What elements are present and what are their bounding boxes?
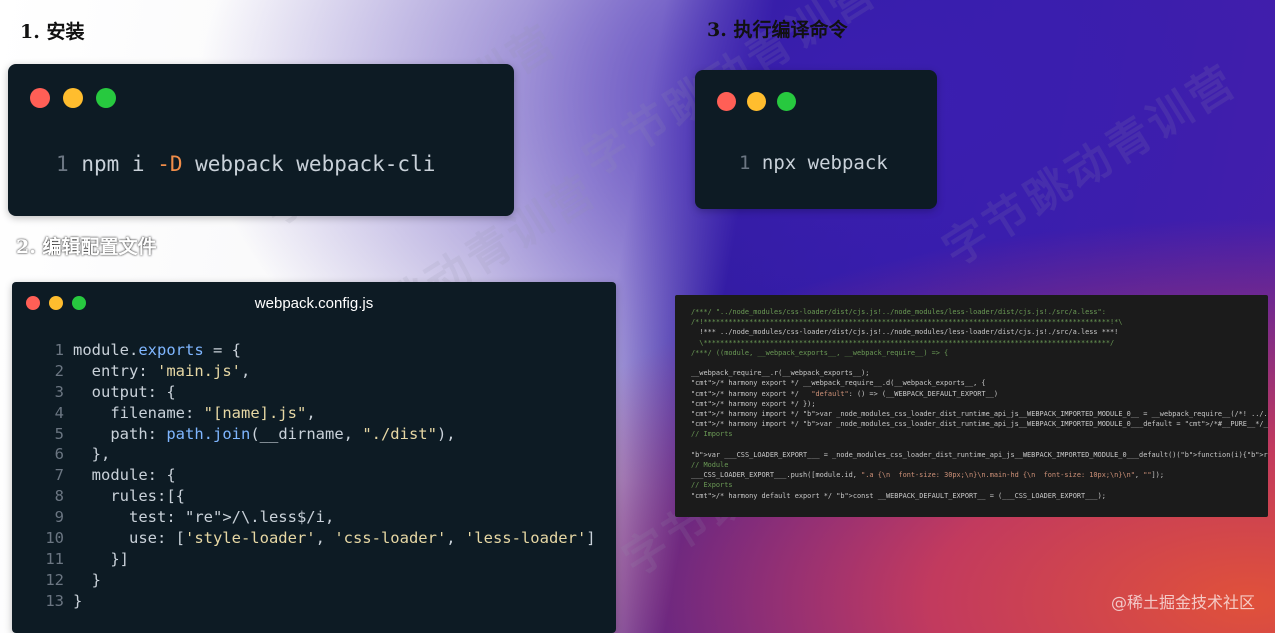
output-line: "cmt">/* harmony export */ }); (691, 399, 816, 408)
output-line: "cmt">/* harmony import */ "b">var _node… (691, 420, 1268, 429)
editor-filename: webpack.config.js (254, 295, 374, 312)
install-heading: 1. 安装 (20, 21, 85, 43)
close-dot-icon (717, 92, 736, 111)
output-line: "cmt">/* harmony default export */ "b">c… (691, 491, 1106, 500)
output-line: "cmt">/* harmony export */ __webpack_req… (691, 379, 986, 388)
code-line-number: 1 (54, 341, 64, 359)
edit-config-heading: 2. 编辑配置文件 (16, 236, 157, 258)
minimize-dot-icon (747, 92, 766, 111)
install-terminal: 1 npm i -D webpack webpack-cli (8, 64, 514, 216)
window-controls (30, 88, 116, 108)
code-line-number: 4 (54, 403, 64, 422)
minimize-dot-icon (63, 88, 83, 108)
credit-text: @稀土掘金技术社区 (1110, 593, 1255, 612)
code-line: 6 }, (44, 444, 596, 465)
code-line-number: 9 (54, 508, 64, 527)
code-line-text: path: path.join(__dirname, "./dist"), (73, 424, 456, 443)
watermark-text: 字节跳动青训营 (934, 55, 1247, 277)
build-output-panel: /***/ "../node_modules/css-loader/dist/c… (675, 295, 1268, 517)
code-line: 11 }] (44, 549, 596, 570)
code-line-text: module.exports = { (73, 341, 241, 359)
output-line: "cmt">/* harmony export */ "default": ()… (691, 389, 999, 398)
output-line: "b">var ___CSS_LOADER_EXPORT___ = _node_… (691, 450, 1268, 459)
maximize-dot-icon (96, 88, 116, 108)
command-flag: -D (157, 152, 183, 176)
code-line-number: 5 (54, 424, 64, 443)
install-command: 1 npm i -D webpack webpack-cli (56, 152, 435, 176)
output-line: /*!*************************************… (691, 318, 1123, 327)
code-line-number: 12 (45, 570, 64, 589)
output-line: \***************************************… (691, 338, 1115, 347)
output-line: // Module (691, 461, 729, 470)
code-line-number: 7 (54, 466, 64, 485)
code-line-text: } (73, 591, 83, 610)
code-line-text: } (73, 570, 101, 589)
code-line: 3 output: { (44, 382, 596, 403)
output-line: /***/ ((module, __webpack_exports__, __w… (691, 348, 949, 357)
code-line-number: 13 (45, 591, 64, 610)
output-line: "cmt">/* harmony import */ "b">var _node… (691, 410, 1268, 419)
code-line: 12 } (44, 570, 596, 591)
code-line-text: rules:[{ (73, 487, 185, 506)
output-line: ___CSS_LOADER_EXPORT___.push([module.id,… (691, 471, 1164, 480)
code-line-text: entry: 'main.js', (73, 361, 251, 380)
output-line: // Imports (691, 430, 733, 439)
code-line-text: }] (73, 549, 129, 568)
close-dot-icon (30, 88, 50, 108)
run-compile-heading: 3. 执行编译命令 (707, 19, 848, 41)
code-line: 7 module: { (44, 465, 596, 486)
output-line: // Exports (691, 481, 733, 490)
code-line: 2 entry: 'main.js', (44, 361, 596, 382)
output-line: !*** ../node_modules/css-loader/dist/cjs… (691, 328, 1119, 337)
output-line: /***/ "../node_modules/css-loader/dist/c… (691, 308, 1106, 316)
code-line: 10 use: ['style-loader', 'css-loader', '… (44, 528, 596, 549)
code-line-number: 8 (54, 487, 64, 506)
code-line: 5 path: path.join(__dirname, "./dist"), (44, 424, 596, 445)
code-block: 1 module.exports = {2 entry: 'main.js', 3 … (44, 340, 596, 612)
code-line: 4 filename: "[name].js", (44, 403, 596, 424)
code-line: 9 test: "re">/\.less$/i, (44, 507, 596, 528)
code-line: 8 rules:[{ (44, 486, 596, 507)
code-line: 1 module.exports = { (44, 340, 596, 361)
line-number: 1 (739, 152, 751, 174)
code-line-text: test: "re">/\.less$/i, (73, 508, 335, 527)
window-controls (717, 92, 796, 111)
code-line-text: use: ['style-loader', 'css-loader', 'les… (73, 529, 596, 548)
code-line-text: filename: "[name].js", (73, 403, 316, 422)
code-line: 13} (44, 591, 596, 612)
code-line-number: 2 (54, 361, 64, 380)
compile-terminal: 1 npx webpack (695, 70, 937, 209)
line-number: 1 (56, 152, 69, 176)
code-line-number: 6 (54, 445, 64, 464)
code-line-text: }, (73, 445, 111, 464)
maximize-dot-icon (777, 92, 796, 111)
code-line-text: output: { (73, 382, 176, 401)
output-line: __webpack_require__.r(__webpack_exports_… (691, 369, 870, 378)
config-editor: webpack.config.js 1 module.exports = { 2 e… (12, 282, 616, 633)
code-line-number: 10 (45, 529, 64, 548)
code-line-number: 3 (54, 382, 64, 401)
command-text: npm i (81, 152, 145, 176)
compile-command: 1 npx webpack (739, 152, 888, 174)
code-line-text: module: { (73, 466, 176, 485)
code-line-number: 11 (45, 549, 64, 568)
command-packages: webpack webpack-cli (195, 152, 436, 176)
command-text: npx webpack (761, 152, 888, 174)
